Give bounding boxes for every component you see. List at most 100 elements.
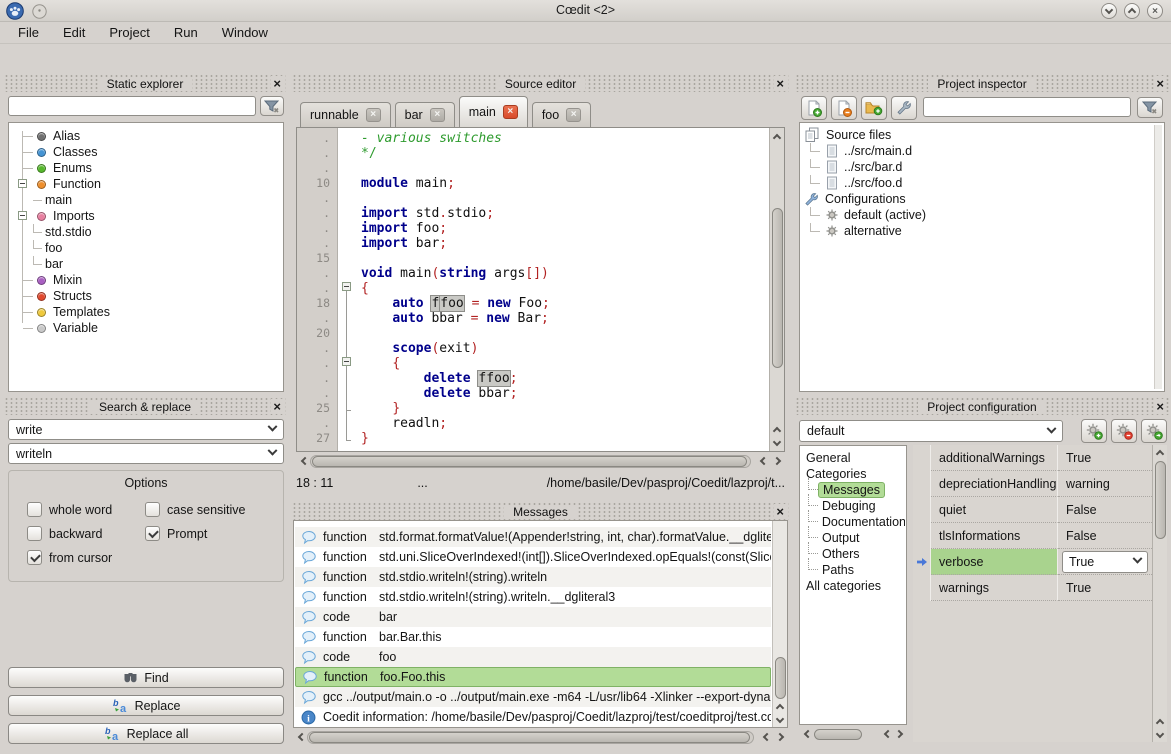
- tree-item-structs[interactable]: Structs: [9, 288, 281, 304]
- scroll-left-icon[interactable]: [296, 454, 310, 468]
- tree-item-configurations[interactable]: Configurations: [800, 191, 1152, 207]
- scroll-left-icon[interactable]: [293, 730, 307, 744]
- category-general[interactable]: General: [800, 450, 905, 466]
- message-row[interactable]: function std.stdio.writeln!(string).writ…: [295, 567, 771, 587]
- prompt-checkbox[interactable]: [145, 526, 160, 541]
- collapse-icon[interactable]: [18, 211, 27, 220]
- scroll-left-icon[interactable]: [879, 727, 893, 741]
- property-row[interactable]: tlsInformations False: [913, 523, 1152, 549]
- close-tab-icon[interactable]: ×: [430, 108, 445, 122]
- scroll-right-icon[interactable]: [771, 454, 785, 468]
- code-text[interactable]: - various switches*/module main;import s…: [355, 128, 768, 451]
- property-value[interactable]: True: [1058, 445, 1152, 471]
- project-inspector-header[interactable]: Project inspector ×: [795, 75, 1169, 92]
- tree-scroll-track[interactable]: [1154, 125, 1162, 389]
- category-paths[interactable]: Paths: [800, 562, 905, 578]
- editor-hscrollbar[interactable]: [296, 454, 785, 469]
- scroll-thumb[interactable]: [1155, 461, 1166, 539]
- backward-checkbox[interactable]: [27, 526, 42, 541]
- messages-vscrollbar[interactable]: [772, 521, 787, 727]
- symbol-filter-input[interactable]: [8, 96, 256, 116]
- scroll-left-icon[interactable]: [755, 454, 769, 468]
- code-editor[interactable]: . . . 10 . . . . 15 . . 18 . 20 . . . . …: [296, 127, 785, 452]
- messages-header[interactable]: Messages ×: [292, 503, 789, 520]
- property-name[interactable]: warnings: [931, 575, 1058, 601]
- filter-button[interactable]: [260, 96, 284, 116]
- tree-item-src-main[interactable]: ../src/main.d: [800, 143, 1152, 159]
- configuration-select[interactable]: default: [799, 420, 1063, 442]
- menu-run[interactable]: Run: [164, 23, 208, 42]
- tree-item-stdstdio[interactable]: std.stdio: [9, 224, 281, 240]
- tree-item-imports[interactable]: Imports: [9, 208, 281, 224]
- remove-source-button[interactable]: [831, 96, 857, 120]
- search-term-combo[interactable]: write: [8, 419, 284, 440]
- tree-item-alias[interactable]: Alias: [9, 128, 281, 144]
- search-replace-header[interactable]: Search & replace ×: [4, 398, 286, 415]
- value-dropdown[interactable]: True: [1062, 551, 1148, 573]
- remove-configuration-button[interactable]: [1111, 419, 1137, 443]
- add-folder-button[interactable]: [861, 96, 887, 120]
- message-row[interactable]: gcc ../output/main.o -o ../output/main.e…: [295, 687, 771, 707]
- whole-word-checkbox[interactable]: [27, 502, 42, 517]
- tree-item-bar[interactable]: bar: [9, 256, 281, 272]
- replace-button[interactable]: ba Replace: [8, 695, 284, 716]
- tree-item-config-default[interactable]: default (active): [800, 207, 1152, 223]
- from-cursor-checkbox[interactable]: [27, 550, 42, 565]
- minimize-button[interactable]: [1101, 3, 1117, 19]
- messages-hscrollbar[interactable]: [293, 730, 788, 745]
- close-panel-icon[interactable]: ×: [1154, 399, 1166, 414]
- scroll-thumb[interactable]: [309, 732, 750, 743]
- tree-item-config-alternative[interactable]: alternative: [800, 223, 1152, 239]
- tree-item-src-foo[interactable]: ../src/foo.d: [800, 175, 1152, 191]
- editor-vscrollbar[interactable]: [769, 128, 784, 451]
- scroll-up-icon[interactable]: [1153, 714, 1167, 728]
- case-sensitive-checkbox[interactable]: [145, 502, 160, 517]
- property-value[interactable]: False: [1058, 497, 1152, 523]
- close-tab-icon[interactable]: ×: [366, 108, 381, 122]
- grid-vscrollbar[interactable]: [1152, 445, 1167, 742]
- close-tab-icon[interactable]: ×: [503, 105, 518, 119]
- property-value[interactable]: warning: [1058, 471, 1152, 497]
- close-button[interactable]: ×: [1147, 3, 1163, 19]
- replace-all-button[interactable]: ba Replace all: [8, 723, 284, 744]
- find-button[interactable]: Find: [8, 667, 284, 688]
- scroll-down-icon[interactable]: [770, 436, 784, 450]
- tree-item-classes[interactable]: Classes: [9, 144, 281, 160]
- close-tab-icon[interactable]: ×: [566, 108, 581, 122]
- scroll-thumb[interactable]: [772, 208, 783, 368]
- tree-item-variable[interactable]: Variable: [9, 320, 281, 336]
- project-options-button[interactable]: [891, 96, 917, 120]
- static-explorer-header[interactable]: Static explorer ×: [4, 75, 286, 92]
- property-name[interactable]: quiet: [931, 497, 1058, 523]
- scroll-down-icon[interactable]: [1153, 728, 1167, 742]
- fold-icon[interactable]: [342, 357, 351, 366]
- fold-icon[interactable]: [342, 282, 351, 291]
- property-row[interactable]: warnings True: [913, 575, 1152, 601]
- scroll-thumb[interactable]: [312, 456, 747, 467]
- tab-main[interactable]: main×: [459, 96, 528, 127]
- tree-item-source-files[interactable]: Source files: [800, 127, 1152, 143]
- scroll-right-icon[interactable]: [893, 727, 907, 741]
- scroll-up-icon[interactable]: [770, 422, 784, 436]
- collapse-icon[interactable]: [18, 179, 27, 188]
- clone-configuration-button[interactable]: [1141, 419, 1167, 443]
- property-name[interactable]: depreciationHandling: [931, 471, 1058, 497]
- message-row[interactable]: function std.stdio.writeln!(string).writ…: [295, 587, 771, 607]
- menu-edit[interactable]: Edit: [53, 23, 95, 42]
- scroll-thumb[interactable]: [775, 657, 786, 699]
- add-source-button[interactable]: [801, 96, 827, 120]
- close-panel-icon[interactable]: ×: [271, 76, 283, 91]
- tree-item-src-bar[interactable]: ../src/bar.d: [800, 159, 1152, 175]
- message-row[interactable]: function bar.Bar.this: [295, 627, 771, 647]
- property-value[interactable]: True: [1058, 549, 1152, 575]
- message-row[interactable]: function std.format.formatValue!(Appende…: [295, 527, 771, 547]
- scroll-up-icon[interactable]: [770, 129, 784, 143]
- property-row[interactable]: depreciationHandling warning: [913, 471, 1152, 497]
- menu-window[interactable]: Window: [212, 23, 278, 42]
- project-filter-input[interactable]: [923, 97, 1131, 117]
- replace-term-combo[interactable]: writeln: [8, 443, 284, 464]
- tab-runnable[interactable]: runnable×: [300, 102, 391, 127]
- close-panel-icon[interactable]: ×: [774, 504, 786, 519]
- close-panel-icon[interactable]: ×: [774, 76, 786, 91]
- project-configuration-header[interactable]: Project configuration ×: [795, 398, 1169, 415]
